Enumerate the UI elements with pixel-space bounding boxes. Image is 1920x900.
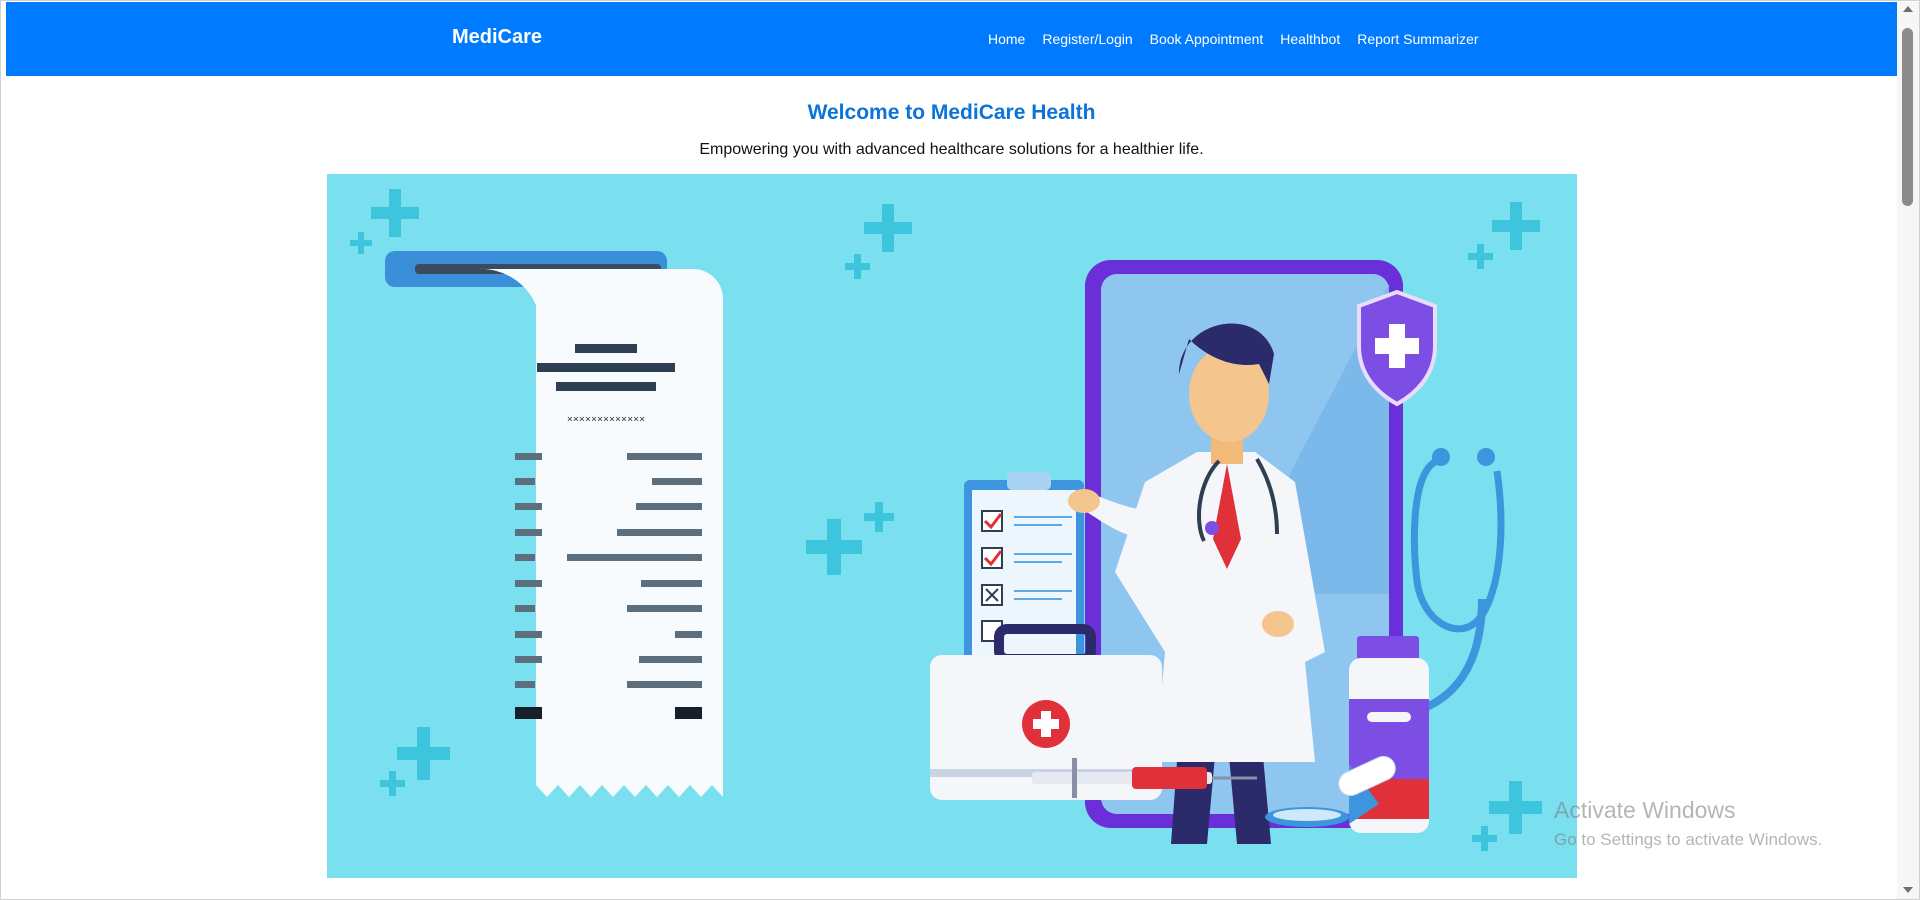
hero-illustration: ×××××××××××××	[327, 174, 1577, 878]
nav-report-summarizer[interactable]: Report Summarizer	[1357, 31, 1478, 47]
main-content: Welcome to MediCare Health Empowering yo…	[6, 76, 1897, 896]
scroll-down-icon[interactable]	[1903, 887, 1913, 893]
windows-activation-watermark: Activate Windows Go to Settings to activ…	[1554, 797, 1822, 850]
nav-book-appointment[interactable]: Book Appointment	[1150, 31, 1264, 47]
nav-register-login[interactable]: Register/Login	[1042, 31, 1132, 47]
nav-healthbot[interactable]: Healthbot	[1280, 31, 1340, 47]
page-title: Welcome to MediCare Health	[807, 101, 1096, 124]
scroll-up-icon[interactable]	[1903, 6, 1913, 12]
receipt-illustration: ×××××××××××××	[385, 251, 724, 797]
brand-logo[interactable]: MediCare	[452, 26, 542, 49]
navbar: MediCare Home Register/Login Book Appoin…	[6, 2, 1897, 76]
watermark-subtitle: Go to Settings to activate Windows.	[1554, 830, 1823, 849]
medicine-bottle-illustration	[1349, 636, 1429, 833]
nav-home[interactable]: Home	[988, 31, 1025, 47]
nav-links: Home Register/Login Book Appointment Hea…	[988, 31, 1496, 47]
clipboard-illustration	[964, 472, 1084, 680]
scroll-thumb[interactable]	[1902, 28, 1913, 206]
receipt-code: ×××××××××××××	[567, 414, 645, 425]
page-subtitle: Empowering you with advanced healthcare …	[699, 141, 1204, 158]
watermark-title: Activate Windows	[1554, 797, 1736, 823]
browser-page: MediCare Home Register/Login Book Appoin…	[0, 0, 1920, 900]
vertical-scrollbar[interactable]	[1897, 2, 1919, 899]
